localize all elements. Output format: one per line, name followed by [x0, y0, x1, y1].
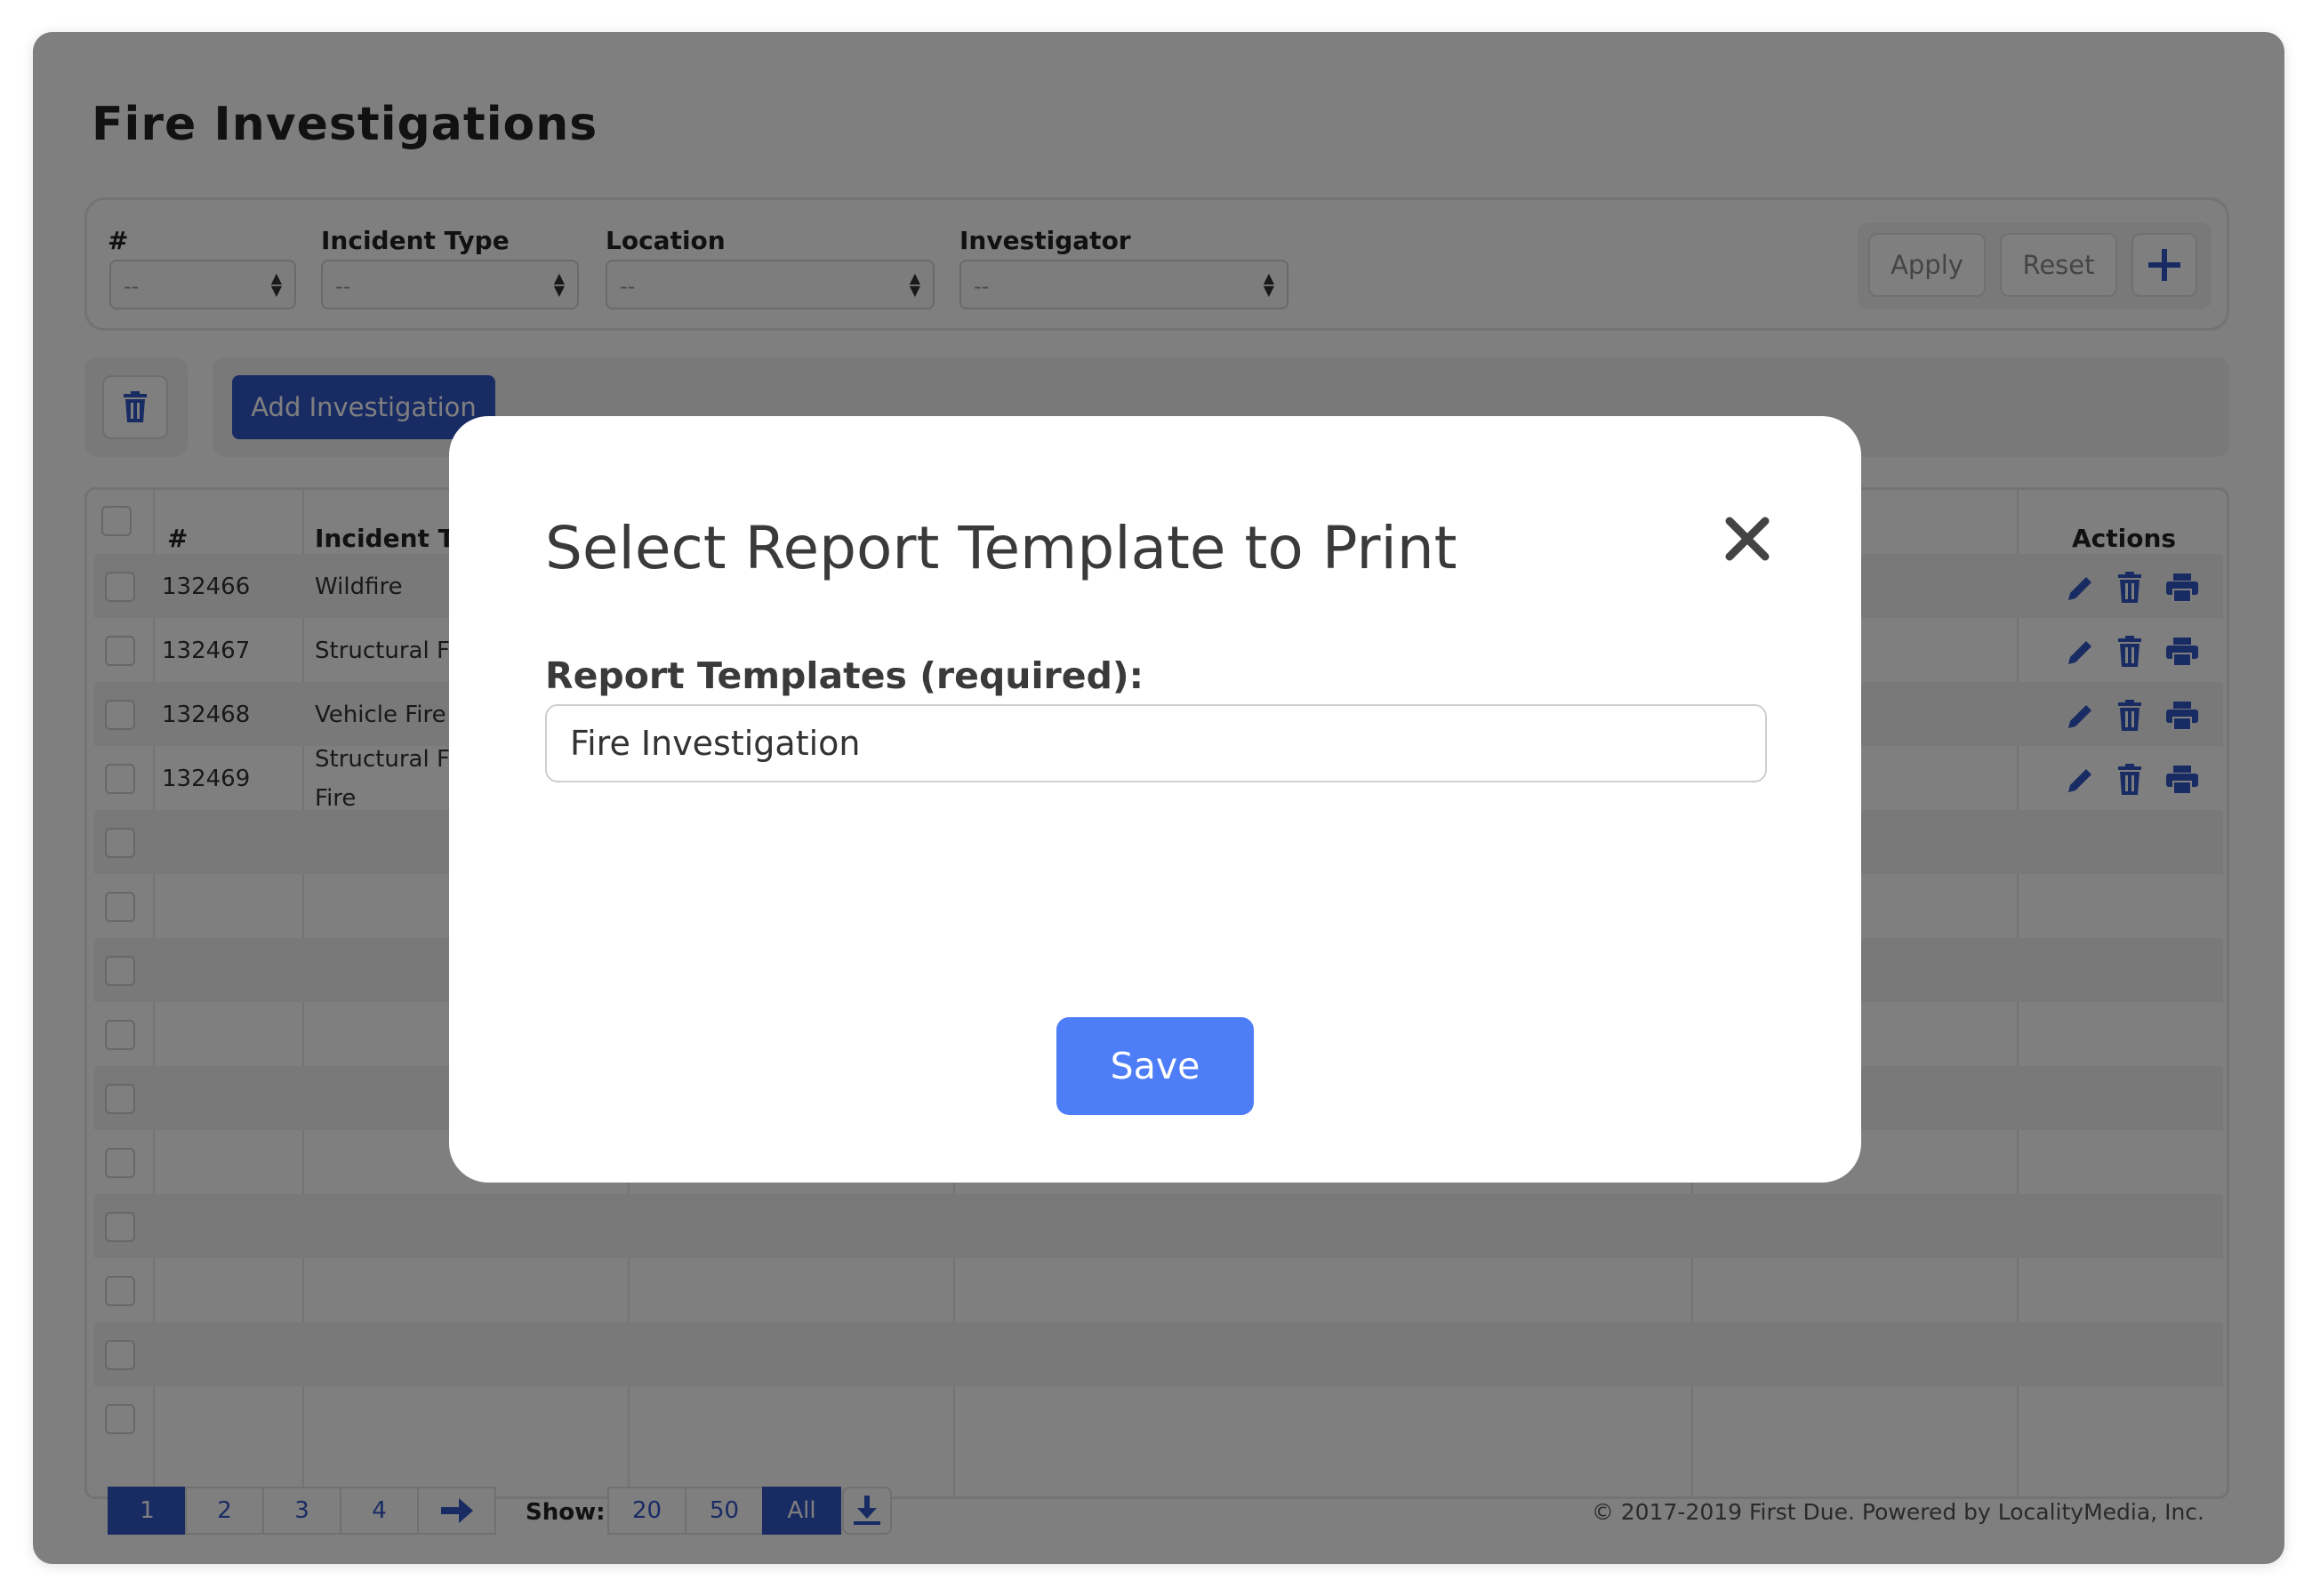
close-icon[interactable]: [1719, 510, 1776, 567]
report-templates-label: Report Templates (required):: [545, 654, 1144, 697]
report-template-field[interactable]: Fire Investigation: [545, 704, 1767, 782]
save-button[interactable]: Save: [1056, 1017, 1254, 1115]
app-window: Fire Investigations # -- ▲▼ Incident Typ…: [33, 32, 2284, 1564]
modal-title: Select Report Template to Print: [545, 514, 1457, 582]
print-template-modal: Select Report Template to Print Report T…: [449, 416, 1861, 1183]
report-template-value: Fire Investigation: [570, 724, 861, 763]
